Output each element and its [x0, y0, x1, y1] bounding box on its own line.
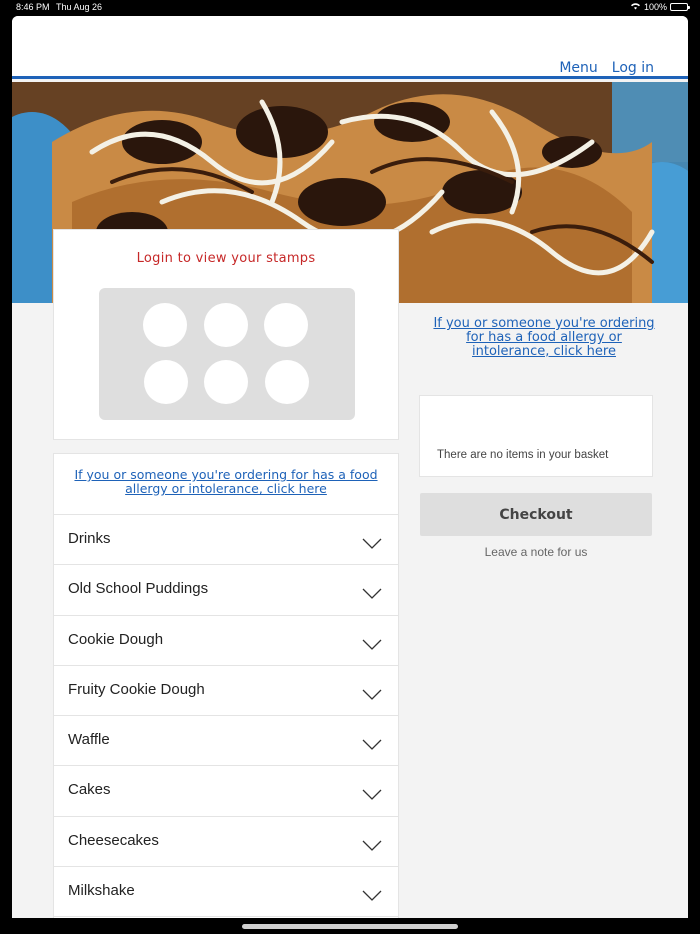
category-label: Old School Puddings — [68, 580, 209, 598]
category-row[interactable]: Cheesecakes — [54, 817, 398, 868]
allergy-link-sidebar[interactable]: If you or someone you're ordering for ha… — [429, 317, 659, 359]
basket-panel: There are no items in your basket — [419, 395, 653, 477]
chevron-down-icon[interactable] — [362, 886, 382, 905]
chevron-down-icon[interactable] — [362, 685, 382, 704]
stamp-slot — [264, 303, 308, 347]
stamp-panel — [99, 288, 355, 420]
header: Menu Log in — [12, 16, 688, 79]
category-label: Milkshake — [68, 882, 135, 900]
category-row[interactable]: Fruity Cookie Dough — [54, 666, 398, 717]
menu-categories: If you or someone you're ordering for ha… — [53, 453, 399, 918]
home-indicator[interactable] — [242, 924, 458, 929]
nav-menu-link[interactable]: Menu — [559, 60, 597, 76]
stamp-slot — [204, 303, 248, 347]
stamp-slot — [265, 360, 309, 404]
status-time: 8:46 PM — [16, 2, 50, 12]
top-nav: Menu Log in — [559, 60, 654, 76]
category-row[interactable]: Waffle — [54, 716, 398, 767]
category-row[interactable]: Cakes — [54, 766, 398, 817]
status-bar: 8:46 PM Thu Aug 26 100% — [0, 0, 700, 16]
category-row[interactable]: Cookie Dough — [54, 616, 398, 666]
chevron-down-icon[interactable] — [362, 635, 382, 654]
chevron-down-icon[interactable] — [362, 785, 382, 804]
category-label: Cheesecakes — [68, 831, 159, 849]
nav-login-link[interactable]: Log in — [612, 60, 654, 76]
chevron-down-icon[interactable] — [362, 584, 382, 603]
chevron-down-icon[interactable] — [362, 534, 382, 553]
chevron-down-icon[interactable] — [362, 836, 382, 855]
status-right: 100% — [630, 2, 690, 12]
allergy-link[interactable]: If you or someone you're ordering for ha… — [54, 454, 398, 515]
category-label: Cakes — [68, 781, 111, 799]
battery-icon — [670, 3, 690, 11]
stamp-title[interactable]: Login to view your stamps — [54, 251, 398, 266]
leave-note-link[interactable]: Leave a note for us — [419, 545, 653, 559]
chevron-down-icon[interactable] — [362, 735, 382, 754]
stamp-slot — [204, 360, 248, 404]
stamp-slot — [144, 360, 188, 404]
category-label: Waffle — [68, 731, 110, 749]
wifi-icon — [630, 2, 641, 12]
category-label: Fruity Cookie Dough — [68, 680, 205, 698]
stamp-card: Login to view your stamps — [53, 229, 399, 440]
category-row[interactable]: Old School Puddings — [54, 565, 398, 616]
battery-percent: 100% — [643, 2, 667, 12]
checkout-button[interactable]: Checkout — [420, 493, 652, 536]
basket-empty-text: There are no items in your basket — [437, 449, 609, 461]
category-label: Drinks — [68, 530, 111, 547]
category-row[interactable]: Drinks — [54, 515, 398, 566]
status-date: Thu Aug 26 — [56, 2, 103, 12]
category-label: Cookie Dough — [68, 630, 164, 648]
category-list: Drinks Old School Puddings Cookie Dough Fru… — [54, 515, 398, 918]
category-row[interactable]: Milkshake — [54, 867, 398, 918]
app-window: Menu Log in Login to view your stamps If… — [12, 16, 688, 918]
stamp-slot — [143, 303, 187, 347]
